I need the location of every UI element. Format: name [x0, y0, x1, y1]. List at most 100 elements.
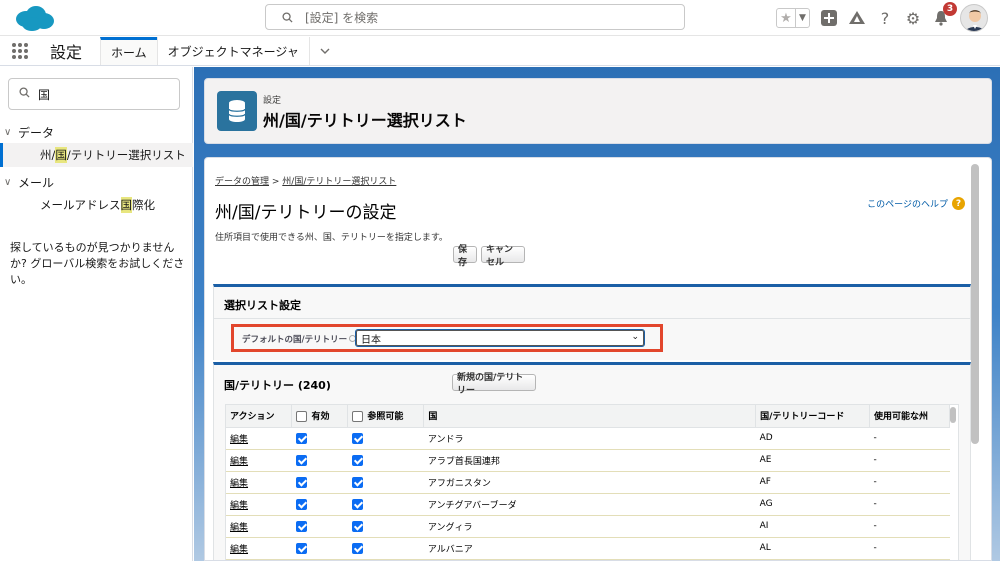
breadcrumb-link[interactable]: 州/国/テリトリー選択リスト: [282, 177, 396, 187]
country-code: AE: [755, 449, 870, 472]
column-header-label: 有効: [311, 412, 330, 423]
app-name: 設定: [50, 43, 83, 62]
tree-group-email: ∨ メール メールアドレス国際化: [0, 171, 193, 217]
active-checkbox[interactable]: [295, 476, 307, 488]
notification-bell-icon[interactable]: 3: [932, 2, 957, 27]
breadcrumb-link[interactable]: データの管理: [215, 177, 269, 187]
scrollbar[interactable]: [971, 164, 979, 444]
chevron-down-icon[interactable]: ⌄: [631, 332, 639, 342]
salesforce-logo[interactable]: [12, 4, 56, 34]
star-icon[interactable]: ★: [777, 9, 795, 27]
no-result-hint: 探しているものが見つかりませんか? グローバル検索をお試しください。: [10, 241, 185, 286]
section-title: 国/テリトリー (240): [224, 379, 331, 392]
visible-checkbox[interactable]: [351, 520, 363, 532]
page-title: 州/国/テリトリーの設定: [215, 203, 397, 223]
item-text: メールアドレス: [40, 198, 121, 212]
default-country-label: デフォルトの国/テリトリー: [242, 333, 357, 345]
visible-checkbox[interactable]: [351, 432, 363, 444]
tree-node-email[interactable]: ∨ メール: [0, 171, 193, 193]
edit-link[interactable]: 編集: [230, 501, 248, 511]
help-icon[interactable]: ?: [952, 197, 965, 210]
column-header-label: 参照可能: [367, 412, 404, 423]
help-link-text[interactable]: このページのヘルプ: [867, 197, 948, 210]
states-value: -: [869, 537, 950, 560]
sidebar-item-email-internationalization[interactable]: メールアドレス国際化: [0, 193, 193, 217]
active-checkbox[interactable]: [295, 498, 307, 510]
select-all-visible-checkbox[interactable]: [352, 411, 364, 423]
page-header: 設定 州/国/テリトリー選択リスト: [204, 78, 992, 144]
table-row: 編集 アラブ首長国連邦 AE -: [226, 449, 950, 472]
section-title: 選択リスト設定: [224, 299, 301, 312]
table-row: 編集 アンチグアバーブーダ AG -: [226, 493, 950, 516]
country-name: アンドラ: [423, 427, 756, 450]
chevron-down-icon[interactable]: [308, 37, 340, 65]
column-header-states: 使用可能な州: [869, 405, 950, 428]
database-icon: [217, 91, 257, 131]
field-label-text: デフォルトの国/テリトリー: [242, 335, 348, 345]
active-checkbox[interactable]: [295, 432, 307, 444]
save-button[interactable]: 保存: [453, 245, 477, 268]
country-code: AF: [755, 471, 870, 494]
global-create-icon[interactable]: [820, 9, 838, 27]
favorites-button[interactable]: ★ ▼: [776, 8, 810, 28]
edit-link[interactable]: 編集: [230, 523, 248, 533]
search-icon: [19, 87, 30, 101]
tab-home[interactable]: ホーム: [100, 37, 157, 65]
visible-checkbox[interactable]: [351, 498, 363, 510]
divider: [214, 318, 970, 319]
notification-badge: 3: [943, 2, 957, 16]
edit-link[interactable]: 編集: [230, 435, 248, 445]
states-value: -: [869, 427, 950, 450]
chevron-down-icon[interactable]: ▼: [795, 9, 809, 27]
select-all-active-checkbox[interactable]: [296, 411, 308, 423]
visible-checkbox[interactable]: [351, 542, 363, 554]
help-link[interactable]: このページのヘルプ ?: [867, 197, 965, 210]
new-country-button[interactable]: 新規の国/テリトリー: [452, 373, 536, 396]
visible-checkbox[interactable]: [351, 476, 363, 488]
chevron-down-icon[interactable]: ∨: [4, 177, 18, 188]
page-header-title: 州/国/テリトリー選択リスト: [263, 111, 467, 130]
search-placeholder: [設定] を検索: [305, 10, 379, 25]
setup-sidebar: 国 ∨ データ 州/国/テリトリー選択リスト ∨ メール メールアドレス国際化 …: [0, 67, 193, 561]
active-checkbox[interactable]: [295, 454, 307, 466]
default-country-select[interactable]: 日本 ⌄: [355, 329, 645, 347]
app-launcher-icon[interactable]: [0, 37, 40, 65]
page-header-subtitle: 設定: [263, 96, 282, 106]
states-value: -: [869, 449, 950, 472]
default-country-field: デフォルトの国/テリトリー 日本 ⌄: [231, 324, 663, 352]
country-name: アラブ首長国連邦: [423, 449, 756, 472]
edit-link[interactable]: 編集: [230, 479, 248, 489]
column-header-country: 国: [423, 405, 757, 428]
scrollbar[interactable]: [950, 407, 956, 423]
column-header-action: アクション: [226, 405, 293, 428]
tab-object-manager[interactable]: オブジェクトマネージャ: [156, 37, 309, 65]
gear-icon[interactable]: ⚙: [904, 9, 922, 28]
user-avatar[interactable]: [960, 4, 988, 32]
breadcrumb: データの管理 > 州/国/テリトリー選択リスト: [215, 174, 396, 187]
active-checkbox[interactable]: [295, 520, 307, 532]
country-code: AI: [755, 515, 870, 538]
table-row: 編集 アングィラ AI -: [226, 515, 950, 538]
item-text: 際化: [132, 198, 155, 212]
column-header-active[interactable]: 有効: [291, 405, 349, 428]
item-text: /テリトリー選択リスト: [66, 148, 186, 162]
chevron-down-icon[interactable]: ∨: [4, 127, 18, 138]
country-code: AD: [755, 427, 870, 450]
trailhead-icon[interactable]: [848, 9, 866, 27]
context-bar: 設定 ホーム オブジェクトマネージャ: [0, 37, 1000, 66]
quick-find-value: 国: [38, 87, 51, 102]
country-name: アフガニスタン: [423, 471, 756, 494]
search-highlight: 国: [120, 197, 132, 213]
edit-link[interactable]: 編集: [230, 545, 248, 555]
column-header-visible[interactable]: 参照可能: [347, 405, 425, 428]
tree-node-data[interactable]: ∨ データ: [0, 121, 193, 143]
tree-node-label: メール: [18, 175, 55, 190]
global-search-input[interactable]: [設定] を検索: [265, 4, 685, 30]
quick-find-input[interactable]: 国: [8, 78, 180, 110]
active-checkbox[interactable]: [295, 542, 307, 554]
cancel-button[interactable]: キャンセル: [481, 245, 525, 268]
visible-checkbox[interactable]: [351, 454, 363, 466]
edit-link[interactable]: 編集: [230, 457, 248, 467]
help-icon[interactable]: ?: [876, 9, 894, 28]
sidebar-item-state-country-picklist[interactable]: 州/国/テリトリー選択リスト: [0, 143, 193, 167]
